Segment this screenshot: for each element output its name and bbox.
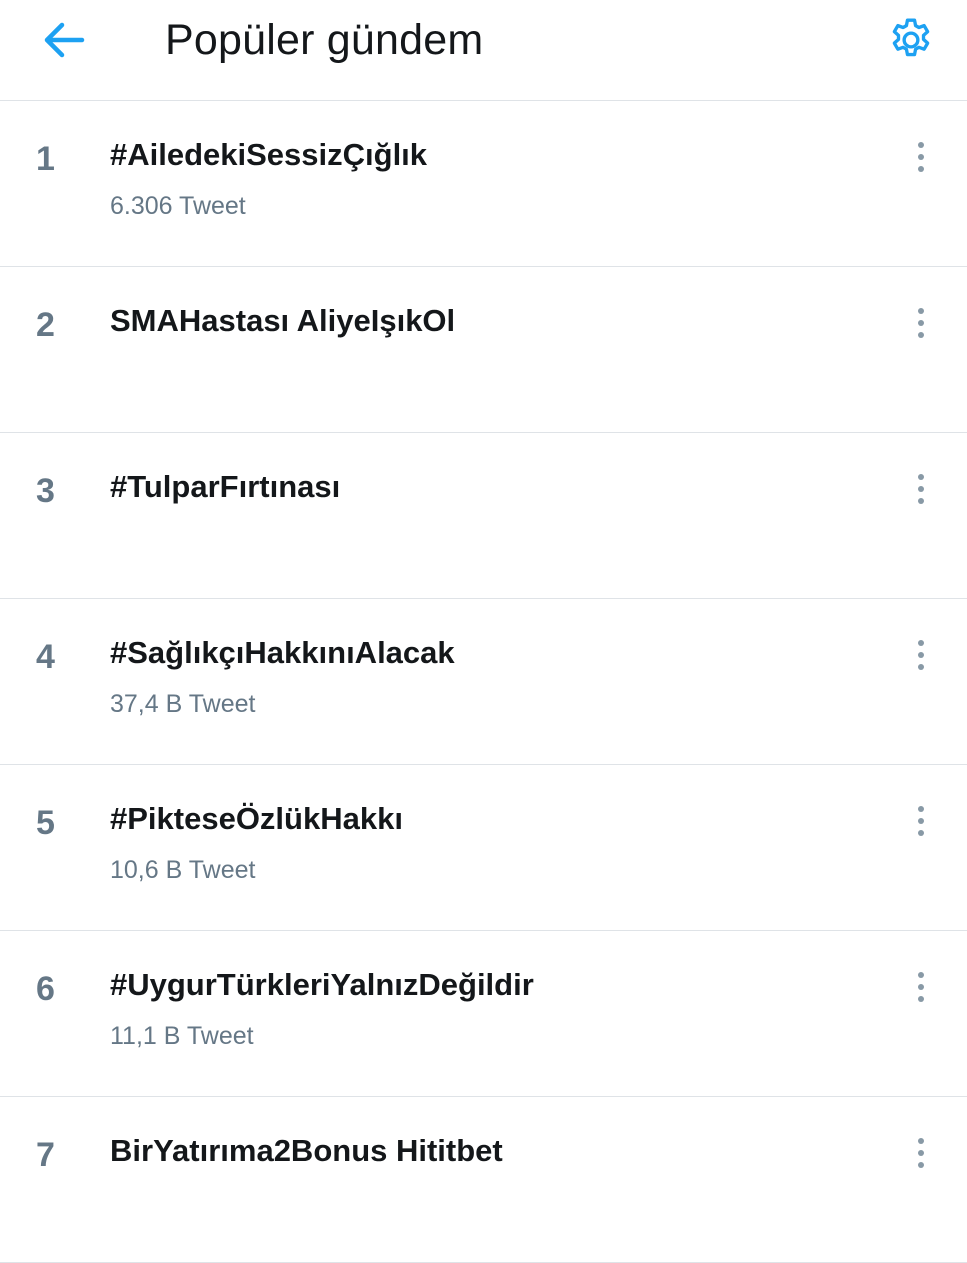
trend-name: #SağlıkçıHakkınıAlacak bbox=[110, 635, 455, 670]
trend-name: SMAHastası AliyeIşıkOl bbox=[110, 303, 456, 338]
trend-name: #PikteseÖzlükHakkı bbox=[110, 801, 403, 836]
trend-item[interactable]: 4 #SağlıkçıHakkınıAlacak 37,4 B Tweet bbox=[0, 599, 967, 765]
trend-item[interactable]: 3 #TulparFırtınası bbox=[0, 433, 967, 599]
trend-item[interactable]: 6 #UygurTürkleriYalnızDeğildir 11,1 B Tw… bbox=[0, 931, 967, 1097]
arrow-left-icon bbox=[44, 22, 85, 58]
trends-list: 1 #AiledekiSessizÇığlık 6.306 Tweet 2 SM… bbox=[0, 101, 967, 1263]
more-vertical-icon-dot bbox=[918, 830, 924, 836]
more-options-button[interactable] bbox=[902, 137, 940, 177]
more-vertical-icon-dot bbox=[918, 166, 924, 172]
more-vertical-icon-dot bbox=[918, 664, 924, 670]
more-vertical-icon-dot bbox=[918, 332, 924, 338]
more-vertical-icon bbox=[918, 1138, 924, 1144]
more-vertical-icon-dot bbox=[918, 486, 924, 492]
trend-name: BirYatırıma2Bonus Hititbet bbox=[110, 1133, 503, 1168]
trend-tweet-count: 6.306 Tweet bbox=[110, 192, 246, 220]
more-vertical-icon-dot bbox=[918, 818, 924, 824]
more-vertical-icon bbox=[918, 474, 924, 480]
more-options-button[interactable] bbox=[902, 801, 940, 841]
trend-item[interactable]: 2 SMAHastası AliyeIşıkOl bbox=[0, 267, 967, 433]
trend-rank: 2 bbox=[36, 306, 55, 344]
settings-button[interactable] bbox=[884, 13, 938, 67]
more-options-button[interactable] bbox=[902, 469, 940, 509]
more-vertical-icon-dot bbox=[918, 154, 924, 160]
trend-rank: 4 bbox=[36, 638, 55, 676]
more-vertical-icon-dot bbox=[918, 652, 924, 658]
more-options-button[interactable] bbox=[902, 967, 940, 1007]
more-vertical-icon bbox=[918, 806, 924, 812]
more-vertical-icon-dot bbox=[918, 1162, 924, 1168]
trend-item[interactable]: 5 #PikteseÖzlükHakkı 10,6 B Tweet bbox=[0, 765, 967, 931]
more-vertical-icon-dot bbox=[918, 498, 924, 504]
more-vertical-icon bbox=[918, 640, 924, 646]
top-app-bar: Popüler gündem bbox=[0, 0, 967, 101]
trend-name: #AiledekiSessizÇığlık bbox=[110, 137, 428, 172]
trend-rank: 3 bbox=[36, 472, 55, 510]
trend-rank: 5 bbox=[36, 804, 55, 842]
more-vertical-icon-dot bbox=[918, 984, 924, 990]
trend-rank: 1 bbox=[36, 140, 55, 178]
trend-item[interactable]: 7 BirYatırıma2Bonus Hititbet bbox=[0, 1097, 967, 1263]
trend-tweet-count: 37,4 B Tweet bbox=[110, 690, 256, 718]
more-vertical-icon-dot bbox=[918, 320, 924, 326]
more-vertical-icon-dot bbox=[918, 1150, 924, 1156]
trend-rank: 7 bbox=[36, 1136, 55, 1174]
trend-tweet-count: 11,1 B Tweet bbox=[110, 1022, 254, 1050]
gear-icon bbox=[892, 18, 930, 57]
trend-name: #UygurTürkleriYalnızDeğildir bbox=[110, 967, 534, 1002]
more-options-button[interactable] bbox=[902, 635, 940, 675]
more-vertical-icon bbox=[918, 972, 924, 978]
more-options-button[interactable] bbox=[902, 303, 940, 343]
more-vertical-icon bbox=[918, 142, 924, 148]
back-button[interactable] bbox=[38, 18, 90, 62]
trend-tweet-count: 10,6 B Tweet bbox=[110, 856, 256, 884]
page-title: Popüler gündem bbox=[165, 16, 484, 64]
trend-rank: 6 bbox=[36, 970, 55, 1008]
trend-item[interactable]: 1 #AiledekiSessizÇığlık 6.306 Tweet bbox=[0, 101, 967, 267]
trend-name: #TulparFırtınası bbox=[110, 469, 341, 504]
more-vertical-icon-dot bbox=[918, 996, 924, 1002]
more-options-button[interactable] bbox=[902, 1133, 940, 1173]
more-vertical-icon bbox=[918, 308, 924, 314]
